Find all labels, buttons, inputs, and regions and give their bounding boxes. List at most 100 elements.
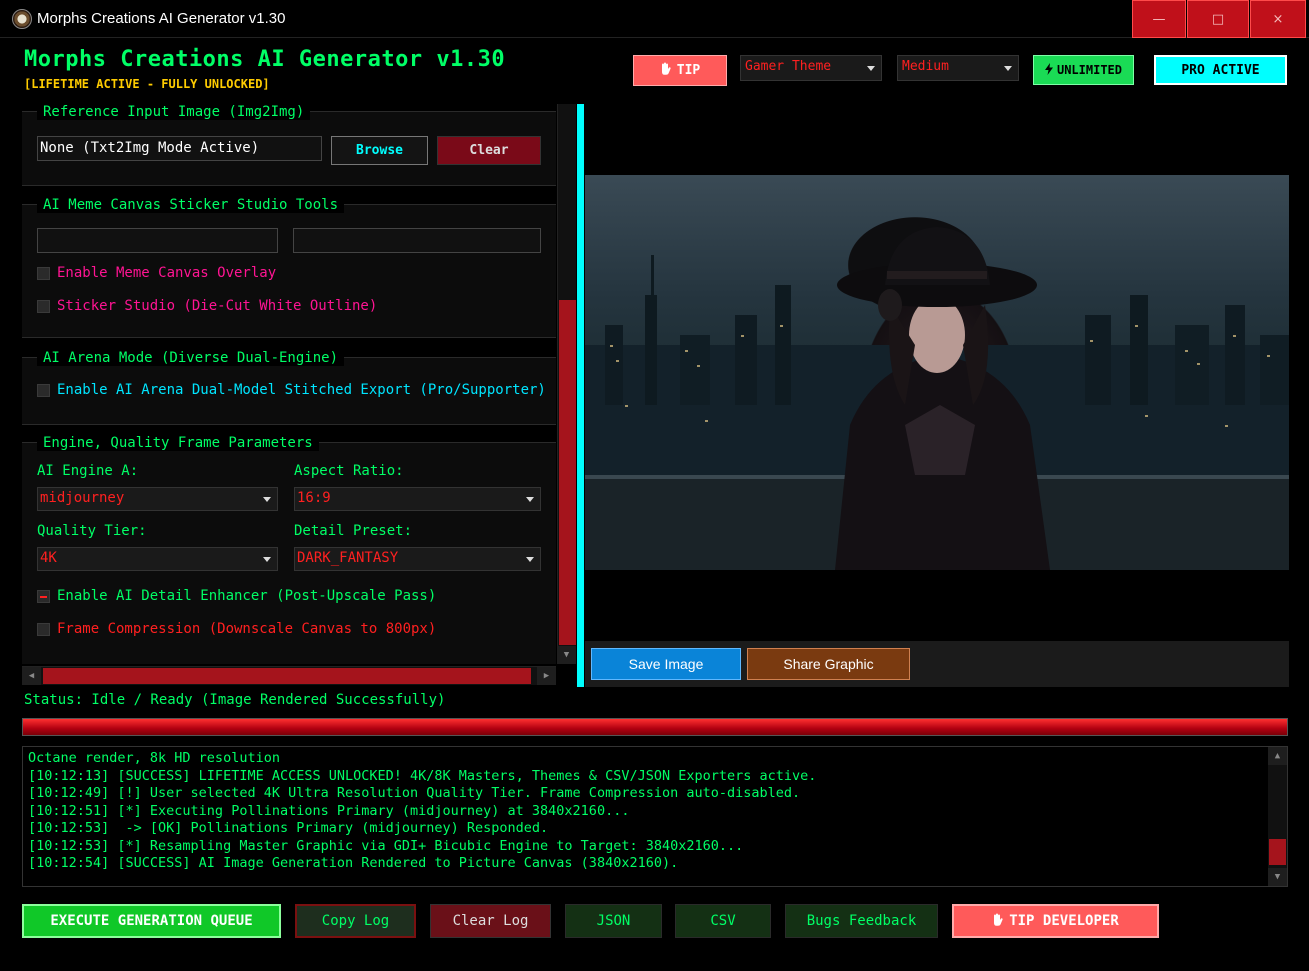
sticker-studio-label: Sticker Studio (Die-Cut White Outline) [57, 298, 378, 314]
quality-tier-select[interactable]: 4K [37, 547, 278, 571]
settings-vertical-scrollbar[interactable] [557, 104, 576, 664]
scroll-down-arrow-icon[interactable]: ▼ [1268, 868, 1287, 886]
preset-quality-value: Medium [902, 59, 949, 74]
chevron-down-icon [526, 557, 534, 562]
reference-image-group: Reference Input Image (Img2Img) None (Tx… [22, 104, 556, 186]
scrollbar-thumb[interactable] [43, 668, 531, 684]
theme-select[interactable]: Gamer Theme [740, 55, 882, 81]
detail-enhancer-checkbox-box[interactable] [37, 589, 50, 603]
arena-enable-checkbox[interactable]: Enable AI Arena Dual-Model Stitched Expo… [37, 382, 546, 398]
detail-enhancer-label: Enable AI Detail Enhancer (Post-Upscale … [57, 588, 437, 604]
tip-label: TIP [676, 63, 701, 78]
aspect-ratio-select[interactable]: 16:9 [294, 487, 541, 511]
arena-group-title: AI Arena Mode (Diverse Dual-Engine) [37, 350, 345, 366]
minimize-button[interactable]: — [1132, 0, 1186, 38]
meme-overlay-label: Enable Meme Canvas Overlay [57, 265, 277, 281]
scroll-left-arrow-icon[interactable]: ◀ [22, 667, 41, 685]
log-output[interactable]: Octane render, 8k HD resolution [10:12:13… [22, 746, 1288, 887]
detail-preset-value: DARK_FANTASY [297, 550, 399, 566]
hand-icon [992, 913, 1003, 930]
browse-button[interactable]: Browse [331, 136, 428, 165]
meme-group-title: AI Meme Canvas Sticker Studio Tools [37, 197, 345, 213]
log-scrollbar[interactable]: ▲ ▼ [1268, 747, 1287, 886]
engine-parameters-group: Engine, Quality Frame Parameters AI Engi… [22, 435, 556, 664]
log-line: [10:12:51] [*] Executing Pollinations Pr… [28, 802, 630, 819]
engine-a-label: AI Engine A: [37, 463, 139, 479]
execute-generation-button[interactable]: EXECUTE GENERATION QUEUE [22, 904, 281, 938]
engine-group-title: Engine, Quality Frame Parameters [37, 435, 319, 451]
detail-enhancer-checkbox[interactable]: Enable AI Detail Enhancer (Post-Upscale … [37, 588, 436, 604]
progress-fill [23, 719, 1287, 735]
tip-button[interactable]: TIP [633, 55, 727, 86]
sticker-studio-checkbox-box[interactable] [37, 299, 50, 313]
chevron-down-icon [1004, 66, 1012, 71]
settings-horizontal-scrollbar[interactable]: ◀ ▶ [22, 666, 556, 685]
meme-bottom-text-input[interactable] [293, 228, 541, 253]
app-logo-icon [12, 9, 32, 29]
meme-overlay-checkbox[interactable]: Enable Meme Canvas Overlay [37, 265, 276, 281]
hand-icon [660, 62, 671, 79]
preset-quality-select[interactable]: Medium [897, 55, 1019, 81]
arena-enable-checkbox-box[interactable] [37, 383, 50, 397]
scroll-right-arrow-icon[interactable]: ▶ [537, 667, 556, 685]
log-line: [10:12:53] [*] Resampling Master Graphic… [28, 837, 744, 854]
reference-group-title: Reference Input Image (Img2Img) [37, 104, 311, 120]
log-line: [10:12:49] [!] User selected 4K Ultra Re… [28, 785, 801, 801]
lightning-icon [1044, 62, 1053, 78]
chevron-down-icon [263, 497, 271, 502]
preview-toolbar: Save Image Share Graphic [585, 641, 1289, 687]
scrollbar-thumb[interactable] [1269, 839, 1286, 865]
unlimited-badge[interactable]: UNLIMITED [1033, 55, 1134, 85]
detail-preset-select[interactable]: DARK_FANTASY [294, 547, 541, 571]
aspect-ratio-value: 16:9 [297, 490, 331, 506]
scrollbar-thumb[interactable] [559, 300, 576, 645]
log-line: [10:12:13] [SUCCESS] LIFETIME ACCESS UNL… [28, 767, 817, 784]
frame-compression-checkbox-box[interactable] [37, 622, 50, 636]
share-graphic-button[interactable]: Share Graphic [747, 648, 910, 680]
log-lines: Octane render, 8k HD resolution [10:12:13… [28, 750, 816, 873]
lifetime-banner: [LIFETIME ACTIVE - FULLY UNLOCKED] [24, 77, 270, 91]
meme-overlay-checkbox-box[interactable] [37, 266, 50, 280]
aspect-ratio-label: Aspect Ratio: [294, 463, 404, 479]
generated-image [585, 175, 1289, 570]
clear-reference-button[interactable]: Clear [437, 136, 541, 165]
theme-value: Gamer Theme [745, 59, 832, 74]
log-line: [10:12:54] [SUCCESS] AI Image Generation… [28, 855, 679, 871]
meme-top-text-input[interactable] [37, 228, 278, 253]
status-text: Status: Idle / Ready (Image Rendered Suc… [24, 692, 446, 708]
unlimited-label: UNLIMITED [1056, 63, 1123, 77]
chevron-down-icon [526, 497, 534, 502]
scroll-up-arrow-icon[interactable]: ▲ [1268, 747, 1287, 765]
export-json-button[interactable]: JSON [565, 904, 662, 938]
bugs-feedback-button[interactable]: Bugs Feedback [785, 904, 938, 938]
clear-log-button[interactable]: Clear Log [430, 904, 551, 938]
log-line: Octane render, 8k HD resolution [28, 750, 280, 766]
meme-studio-group: AI Meme Canvas Sticker Studio Tools Enab… [22, 197, 556, 338]
pro-active-badge[interactable]: PRO ACTIVE [1154, 55, 1287, 85]
engine-a-value: midjourney [40, 490, 125, 506]
engine-a-select[interactable]: midjourney [37, 487, 278, 511]
tip-developer-label: TIP DEVELOPER [1009, 913, 1119, 929]
quality-tier-label: Quality Tier: [37, 523, 147, 539]
arena-enable-label: Enable AI Arena Dual-Model Stitched Expo… [57, 382, 546, 398]
reference-image-path-input[interactable]: None (Txt2Img Mode Active) [37, 136, 322, 161]
log-line: [10:12:53] -> [OK] Pollinations Primary … [28, 820, 549, 836]
export-csv-button[interactable]: CSV [675, 904, 771, 938]
copy-log-button[interactable]: Copy Log [295, 904, 416, 938]
app-title: Morphs Creations AI Generator v1.30 [24, 47, 506, 72]
save-image-button[interactable]: Save Image [591, 648, 741, 680]
progress-bar [22, 718, 1288, 736]
chevron-down-icon [263, 557, 271, 562]
window-titlebar[interactable]: Morphs Creations AI Generator v1.30 — □ … [0, 0, 1309, 38]
panel-splitter[interactable] [577, 104, 584, 687]
sticker-studio-checkbox[interactable]: Sticker Studio (Die-Cut White Outline) [37, 298, 377, 314]
arena-mode-group: AI Arena Mode (Diverse Dual-Engine) Enab… [22, 350, 556, 425]
scroll-down-arrow-icon[interactable]: ▼ [557, 646, 576, 664]
chevron-down-icon [867, 66, 875, 71]
settings-panel: Reference Input Image (Img2Img) None (Tx… [22, 104, 556, 664]
tip-developer-button[interactable]: TIP DEVELOPER [952, 904, 1159, 938]
close-button[interactable]: × [1250, 0, 1306, 38]
window-title: Morphs Creations AI Generator v1.30 [37, 10, 286, 27]
frame-compression-checkbox[interactable]: Frame Compression (Downscale Canvas to 8… [37, 621, 436, 637]
maximize-button[interactable]: □ [1187, 0, 1249, 38]
